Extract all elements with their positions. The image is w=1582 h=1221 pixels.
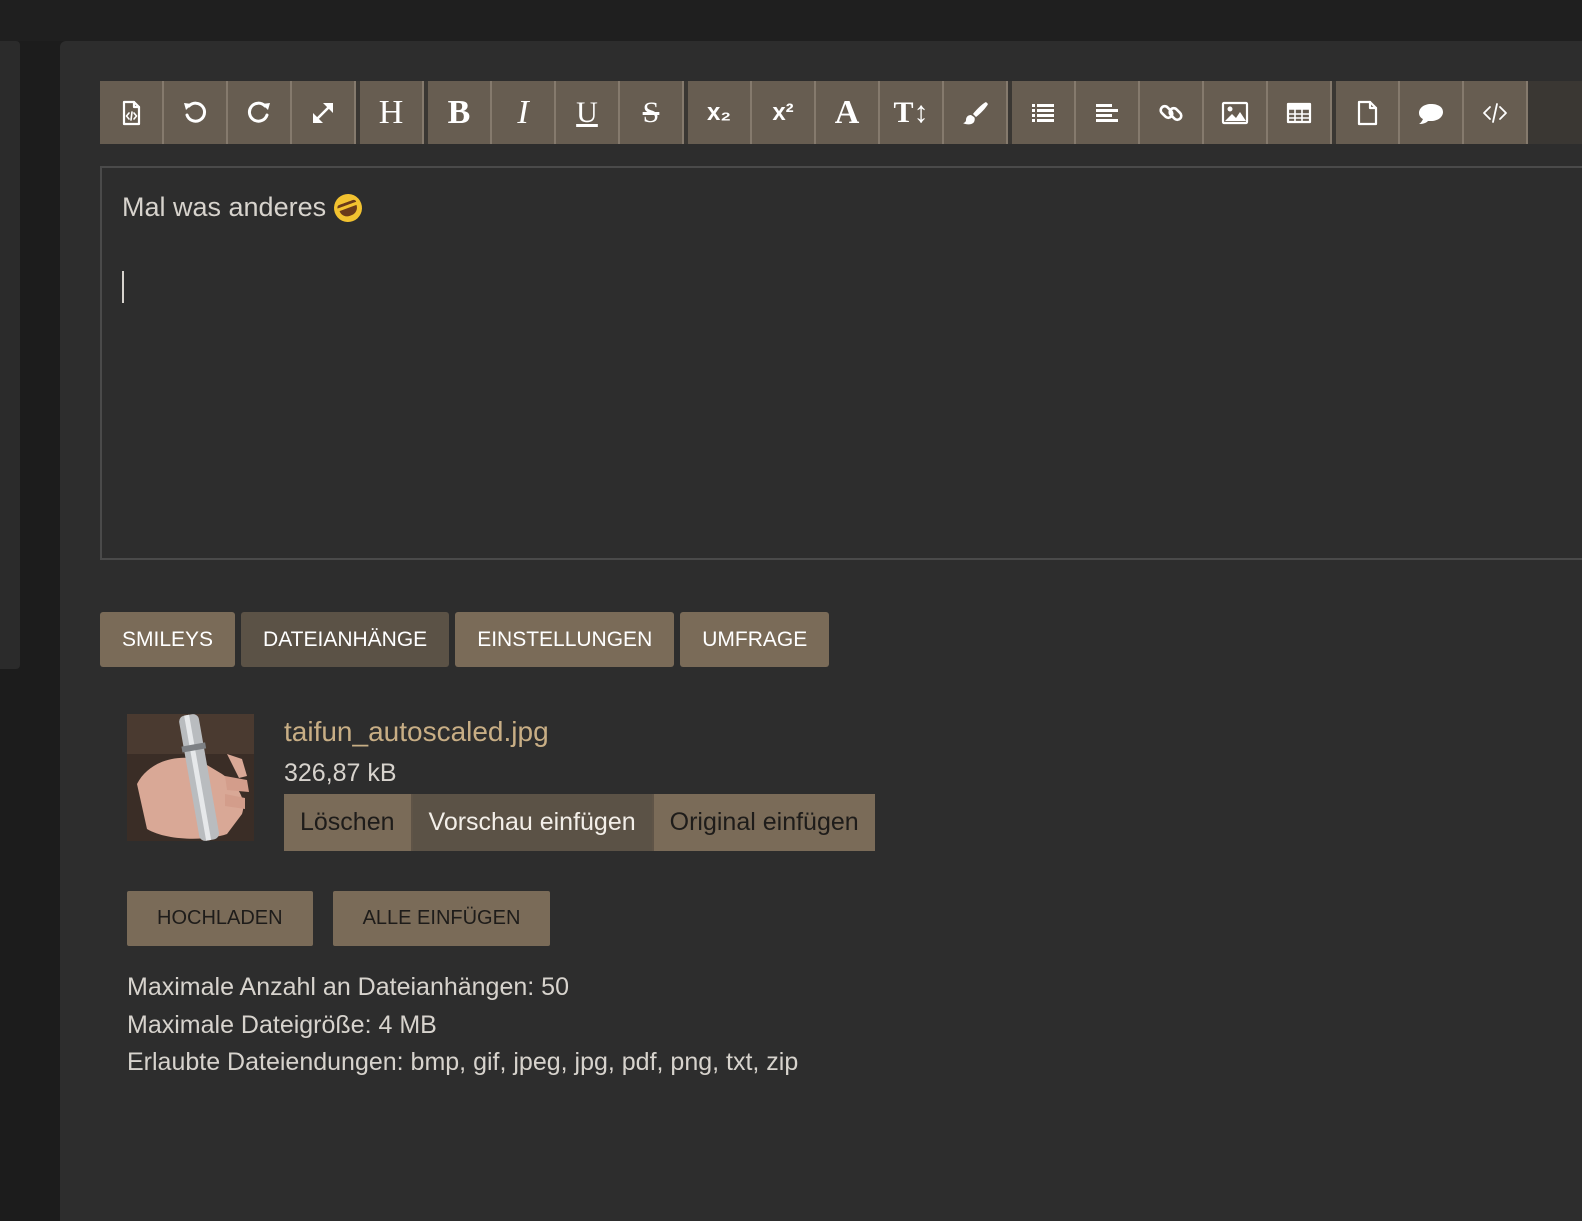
- bold-icon: B: [447, 93, 471, 131]
- table-button[interactable]: [1268, 81, 1332, 144]
- insert-original-button[interactable]: Original einfügen: [653, 794, 875, 851]
- code-icon: [1483, 102, 1507, 123]
- image-button[interactable]: [1204, 81, 1268, 144]
- link-button[interactable]: [1140, 81, 1204, 144]
- editor-toolbar: H B I U S x₂ x² A T↕: [100, 81, 1582, 144]
- insert-preview-button[interactable]: Vorschau einfügen: [412, 794, 654, 851]
- source-code-button[interactable]: [100, 81, 164, 144]
- sidebar-edge: [0, 41, 20, 669]
- heading-button[interactable]: H: [360, 81, 424, 144]
- font-size-icon: T↕: [893, 95, 929, 129]
- tab-attachments[interactable]: DATEIANHÄNGE: [241, 612, 450, 667]
- tab-settings[interactable]: EINSTELLUNGEN: [455, 612, 675, 667]
- strikethrough-button[interactable]: S: [620, 81, 684, 144]
- upload-actions: HOCHLADEN ALLE EINFÜGEN: [127, 891, 551, 946]
- insert-all-button[interactable]: ALLE EINFÜGEN: [332, 891, 551, 946]
- upload-button[interactable]: HOCHLADEN: [127, 891, 313, 946]
- allowed-extensions-text: Erlaubte Dateiendungen: bmp, gif, jpeg, …: [127, 1048, 799, 1076]
- editor-text-line: Mal was anderes: [122, 192, 327, 222]
- attachment-size: 326,87 kB: [284, 759, 397, 787]
- image-icon: [1221, 101, 1249, 124]
- upload-limits: Maximale Anzahl an Dateianhängen: 50 Max…: [127, 969, 798, 1082]
- link-icon: [1159, 104, 1183, 121]
- quote-button[interactable]: [1400, 81, 1464, 144]
- underline-button[interactable]: U: [556, 81, 620, 144]
- attachment-name-link[interactable]: taifun_autoscaled.jpg: [284, 716, 549, 748]
- list-button[interactable]: [1012, 81, 1076, 144]
- strikethrough-icon: S: [642, 95, 660, 129]
- align-icon: [1096, 103, 1118, 122]
- undo-icon: [184, 101, 207, 123]
- page-icon: [1357, 100, 1378, 125]
- underline-icon: U: [576, 95, 598, 129]
- undo-button[interactable]: [164, 81, 228, 144]
- delete-attachment-button[interactable]: Löschen: [284, 794, 413, 851]
- brush-button[interactable]: [944, 81, 1008, 144]
- font-size-button[interactable]: T↕: [880, 81, 944, 144]
- brush-icon: [963, 101, 988, 124]
- subscript-button[interactable]: x₂: [688, 81, 752, 144]
- superscript-icon: x²: [772, 98, 794, 126]
- source-code-icon: [122, 100, 141, 125]
- heading-icon: H: [378, 93, 404, 131]
- text-caret: [122, 271, 124, 303]
- attachment-thumbnail[interactable]: [127, 714, 254, 841]
- redo-icon: [247, 101, 270, 123]
- tab-poll[interactable]: UMFRAGE: [680, 612, 830, 667]
- quote-icon: [1419, 103, 1443, 124]
- subscript-icon: x₂: [706, 98, 731, 126]
- font-color-icon: A: [834, 93, 860, 131]
- attachment-thumbnail-image: [127, 714, 254, 841]
- redo-button[interactable]: [228, 81, 292, 144]
- page-button[interactable]: [1336, 81, 1400, 144]
- font-color-button[interactable]: A: [816, 81, 880, 144]
- code-button[interactable]: [1464, 81, 1528, 144]
- attachment-actions: Löschen Vorschau einfügen Original einfü…: [284, 794, 875, 851]
- italic-icon: I: [517, 93, 529, 131]
- tab-smileys[interactable]: SMILEYS: [100, 612, 236, 667]
- table-icon: [1286, 102, 1312, 123]
- max-attachments-text: Maximale Anzahl an Dateianhängen: 50: [127, 973, 569, 1001]
- fullscreen-button[interactable]: [292, 81, 356, 144]
- italic-button[interactable]: I: [492, 81, 556, 144]
- fullscreen-icon: [313, 102, 333, 123]
- editor-area[interactable]: Mal was anderes: [100, 166, 1582, 560]
- editor-content: Mal was anderes: [122, 189, 367, 226]
- bold-button[interactable]: B: [428, 81, 492, 144]
- editor-tabs: SMILEYS DATEIANHÄNGE EINSTELLUNGEN UMFRA…: [100, 612, 830, 667]
- list-icon: [1032, 103, 1054, 122]
- top-bar: [0, 0, 1582, 41]
- max-filesize-text: Maximale Dateigröße: 4 MB: [127, 1010, 437, 1039]
- laughing-emoji-icon: [330, 189, 367, 226]
- superscript-button[interactable]: x²: [752, 81, 816, 144]
- align-button[interactable]: [1076, 81, 1140, 144]
